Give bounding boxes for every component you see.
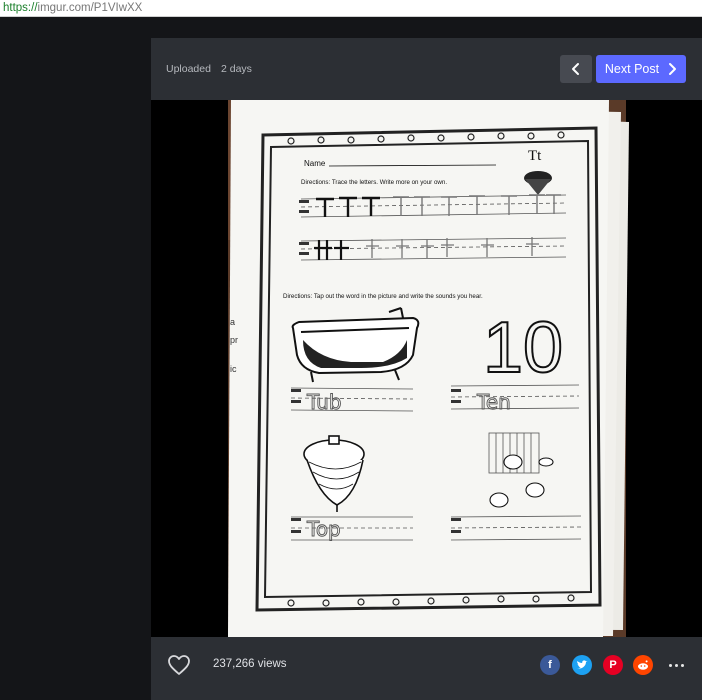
svg-text:a: a — [230, 317, 235, 327]
pinterest-icon: P — [609, 659, 617, 671]
post-image[interactable]: a pr ic Name Tt Directions: Trace the le… — [151, 100, 702, 637]
heart-icon — [168, 655, 190, 675]
post-footer: 237,266 views f P — [151, 637, 702, 700]
svg-text:ic: ic — [230, 364, 237, 374]
share-reddit-button[interactable] — [633, 655, 653, 675]
svg-text:pr: pr — [230, 335, 238, 345]
ellipsis-dot — [680, 663, 684, 667]
address-bar[interactable]: https://imgur.com/P1VIwXX — [0, 0, 702, 17]
next-post-button[interactable]: Next Post — [596, 55, 686, 83]
share-twitter-button[interactable] — [572, 655, 592, 675]
share-facebook-button[interactable]: f — [540, 655, 560, 675]
worksheet-photo: a pr ic Name Tt Directions: Trace the le… — [228, 100, 629, 637]
chevron-left-icon — [572, 63, 579, 75]
next-post-label: Next Post — [604, 62, 660, 76]
previous-post-button[interactable] — [560, 55, 592, 83]
worksheet-directions-trace: Directions: Trace the letters. Write mor… — [301, 179, 447, 186]
answer-ten: Ten — [476, 390, 511, 414]
ellipsis-dot — [674, 663, 678, 667]
answer-top: Top — [306, 517, 341, 541]
twitter-icon — [577, 660, 588, 669]
post-container: Uploaded 2 days Next Post a pr ic Name T… — [151, 38, 702, 700]
left-gutter — [0, 38, 151, 700]
uploaded-label: Uploaded — [166, 63, 211, 75]
more-options-button[interactable] — [663, 655, 689, 675]
post-header: Uploaded 2 days Next Post — [151, 38, 702, 100]
share-pinterest-button[interactable]: P — [603, 655, 623, 675]
like-button[interactable] — [167, 654, 191, 676]
chevron-right-icon — [669, 63, 677, 75]
answer-tub: Tub — [306, 390, 342, 414]
view-count: 237,266 views — [213, 658, 287, 670]
worksheet-name-label: Name — [304, 159, 326, 168]
url-scheme: https:// — [3, 2, 38, 14]
url-text: imgur.com/P1VIwXX — [37, 2, 143, 14]
facebook-icon: f — [548, 659, 552, 671]
ellipsis-dot — [668, 663, 672, 667]
worksheet-directions-tap: Directions: Tap out the word in the pict… — [283, 293, 483, 300]
worksheet-number-picture: 10 — [483, 308, 563, 388]
top-strip — [0, 18, 702, 38]
reddit-icon — [638, 660, 648, 670]
worksheet-letter-title: Tt — [528, 148, 542, 164]
uploaded-time: 2 days — [221, 63, 252, 75]
